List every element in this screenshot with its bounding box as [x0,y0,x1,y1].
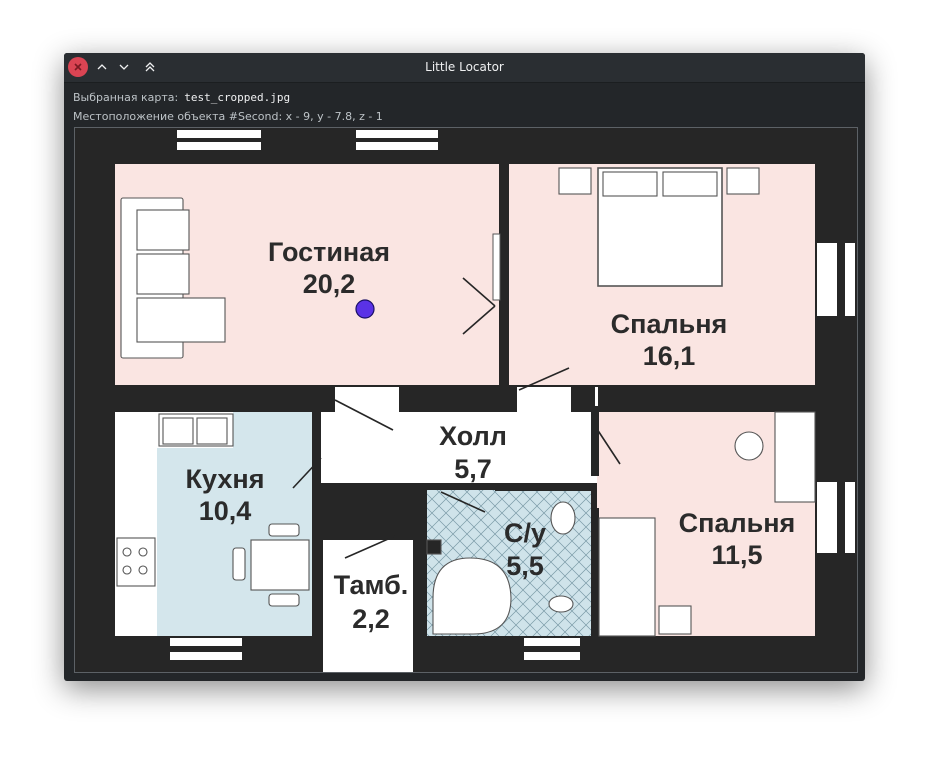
room-label-vestibule-name: Тамб. [334,570,409,600]
room-label-hall-area: 5,7 [454,454,492,484]
room-label-bath-name: С/у [504,518,546,548]
room-label-living-area: 20,2 [303,269,356,299]
map-view[interactable]: Гостиная 20,2 Спальня 16,1 Холл 5,7 Кухн… [74,127,858,673]
selected-map-line: Выбранная карта: test_cropped.jpg [73,91,290,104]
object-location-text: Местоположение объекта #Second: x - 9, y… [73,110,383,123]
room-label-bedroom1-name: Спальня [611,309,728,339]
floor-plan[interactable]: Гостиная 20,2 Спальня 16,1 Холл 5,7 Кухн… [75,128,857,672]
room-label-bedroom2-area: 11,5 [711,540,762,570]
room-label-bath-area: 5,5 [506,551,544,581]
object-marker[interactable] [355,299,375,319]
room-label-kitchen-name: Кухня [186,464,265,494]
room-label-bedroom1-area: 16,1 [643,341,696,371]
room-label-bedroom2-name: Спальня [679,508,796,538]
selected-map-label: Выбранная карта: [73,91,179,104]
app-window: Little Locator Выбранная карта: test_crop… [64,53,865,681]
window-title: Little Locator [425,60,504,74]
title-bar[interactable]: Little Locator [64,53,865,83]
living-room-window-frame [492,233,501,301]
room-label-vestibule-area: 2,2 [352,604,390,634]
room-label-living-name: Гостиная [268,237,390,267]
room-label-hall-name: Холл [439,421,507,451]
room-label-kitchen-area: 10,4 [199,496,252,526]
selected-map-file: test_cropped.jpg [184,91,291,104]
